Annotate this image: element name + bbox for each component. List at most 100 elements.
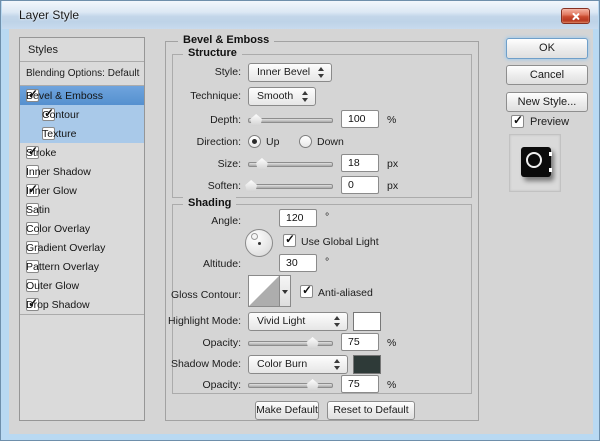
soften-unit: px	[387, 180, 398, 192]
technique-dropdown[interactable]: Smooth	[248, 87, 316, 106]
sidebar-style-item[interactable]: Drop Shadow	[20, 295, 144, 314]
sidebar-style-item[interactable]: Satin	[20, 200, 144, 219]
style-label: Style:	[215, 66, 241, 78]
depth-slider-thumb[interactable]	[250, 114, 263, 126]
depth-slider[interactable]	[248, 118, 333, 123]
shadow-mode-label: Shadow Mode:	[171, 358, 241, 370]
size-unit: px	[387, 158, 398, 170]
updown-arrows-icon	[302, 91, 309, 102]
highlight-color-swatch[interactable]	[353, 312, 381, 331]
angle-dial-center-dot	[258, 242, 261, 245]
sidebar-style-item[interactable]: Texture	[20, 124, 144, 143]
angle-dial-marker	[251, 233, 258, 240]
sidebar-style-item[interactable]: Color Overlay	[20, 219, 144, 238]
shadow-opacity-field[interactable]: 75	[341, 375, 379, 393]
sidebar-style-item[interactable]: Stroke	[20, 143, 144, 162]
size-slider-thumb[interactable]	[255, 158, 268, 170]
angle-dial[interactable]	[245, 229, 273, 257]
direction-up-label: Up	[266, 136, 279, 148]
dialog-client-area: Styles Blending Options: Default Bevel &…	[9, 29, 593, 434]
cancel-button[interactable]: Cancel	[506, 65, 588, 85]
shadow-mode-dropdown[interactable]: Color Burn	[248, 355, 348, 374]
bevel-emboss-panel: Bevel & Emboss Structure Style: Inner Be…	[165, 41, 479, 421]
angle-field[interactable]: 120	[279, 209, 317, 227]
style-item-label: Outer Glow	[26, 280, 79, 292]
soften-slider-thumb[interactable]	[245, 180, 258, 192]
sidebar-header-styles: Styles	[20, 38, 144, 62]
ok-button[interactable]: OK	[506, 38, 588, 59]
depth-label: Depth:	[210, 114, 241, 126]
gloss-contour-label: Gloss Contour:	[171, 289, 241, 301]
direction-down-radio[interactable]	[299, 135, 312, 148]
direction-label: Direction:	[197, 136, 241, 148]
structure-group: Structure Style: Inner Bevel Technique: …	[172, 54, 472, 198]
style-item-label: Texture	[42, 128, 76, 140]
highlight-mode-dropdown[interactable]: Vivid Light	[248, 312, 348, 331]
shadow-opacity-unit: %	[387, 379, 396, 391]
preview-label: Preview	[530, 116, 569, 128]
gloss-contour-thumbnail[interactable]	[248, 275, 280, 307]
soften-label: Soften:	[208, 180, 241, 192]
style-preview-circle	[526, 152, 542, 168]
title-bar[interactable]: Layer Style	[2, 1, 598, 29]
angle-label: Angle:	[211, 215, 241, 227]
style-dropdown[interactable]: Inner Bevel	[248, 63, 332, 82]
direction-up-radio[interactable]	[248, 135, 261, 148]
use-global-light-checkbox[interactable]	[283, 234, 296, 247]
sidebar-style-item[interactable]: Pattern Overlay	[20, 257, 144, 276]
highlight-opacity-label: Opacity:	[202, 337, 241, 349]
technique-label: Technique:	[190, 90, 241, 102]
sidebar-item-blending-options[interactable]: Blending Options: Default	[20, 62, 144, 86]
altitude-field[interactable]: 30	[279, 254, 317, 272]
style-value: Inner Bevel	[257, 66, 310, 78]
technique-value: Smooth	[257, 90, 293, 102]
style-item-label: Inner Glow	[26, 185, 77, 197]
angle-unit: °	[325, 211, 329, 223]
shadow-opacity-label: Opacity:	[202, 379, 241, 391]
anti-aliased-label: Anti-aliased	[318, 287, 373, 299]
sidebar-style-item[interactable]: Gradient Overlay	[20, 238, 144, 257]
style-item-label: Color Overlay	[26, 223, 90, 235]
anti-aliased-checkbox[interactable]	[300, 285, 313, 298]
altitude-unit: °	[325, 256, 329, 268]
style-item-label: Satin	[26, 204, 50, 216]
panel-title: Bevel & Emboss	[178, 34, 274, 46]
sidebar-style-item[interactable]: Inner Glow	[20, 181, 144, 200]
sidebar-style-item[interactable]: Bevel & Emboss	[20, 86, 144, 105]
style-item-label: Drop Shadow	[26, 299, 90, 311]
styles-sidebar: Styles Blending Options: Default Bevel &…	[19, 37, 145, 421]
make-default-button[interactable]: Make Default	[255, 401, 319, 420]
gloss-contour-dropdown-arrow[interactable]	[280, 275, 291, 307]
sidebar-style-item[interactable]: Outer Glow	[20, 276, 144, 295]
close-icon	[572, 12, 580, 20]
style-preview-thumbnail	[509, 134, 561, 192]
highlight-opacity-field[interactable]: 75	[341, 333, 379, 351]
preview-checkbox[interactable]	[511, 115, 524, 128]
soften-field[interactable]: 0	[341, 176, 379, 194]
shadow-opacity-slider[interactable]	[248, 383, 333, 388]
close-button[interactable]	[561, 8, 590, 24]
size-field[interactable]: 18	[341, 154, 379, 172]
shadow-opacity-thumb[interactable]	[306, 379, 319, 391]
shadow-mode-value: Color Burn	[257, 358, 307, 370]
style-item-label: Pattern Overlay	[26, 261, 99, 273]
depth-field[interactable]: 100	[341, 110, 379, 128]
reset-to-default-button[interactable]: Reset to Default	[327, 401, 415, 420]
style-item-label: Stroke	[26, 147, 56, 159]
updown-arrows-icon	[334, 316, 341, 327]
sidebar-style-item[interactable]: Inner Shadow	[20, 162, 144, 181]
highlight-opacity-thumb[interactable]	[306, 337, 319, 349]
styles-list-empty-area	[20, 314, 144, 424]
shadow-color-swatch[interactable]	[353, 355, 381, 374]
sidebar-style-item[interactable]: Contour	[20, 105, 144, 124]
soften-slider[interactable]	[248, 184, 333, 189]
altitude-label: Altitude:	[203, 258, 241, 270]
shading-group: Shading Angle: 120 ° Use Global Light Al…	[172, 204, 472, 394]
style-preview-swatch	[521, 147, 551, 177]
size-slider[interactable]	[248, 162, 333, 167]
highlight-opacity-unit: %	[387, 337, 396, 349]
highlight-opacity-slider[interactable]	[248, 341, 333, 346]
shading-group-title: Shading	[183, 197, 236, 209]
style-item-label: Contour	[42, 109, 79, 121]
new-style-button[interactable]: New Style...	[506, 92, 588, 112]
